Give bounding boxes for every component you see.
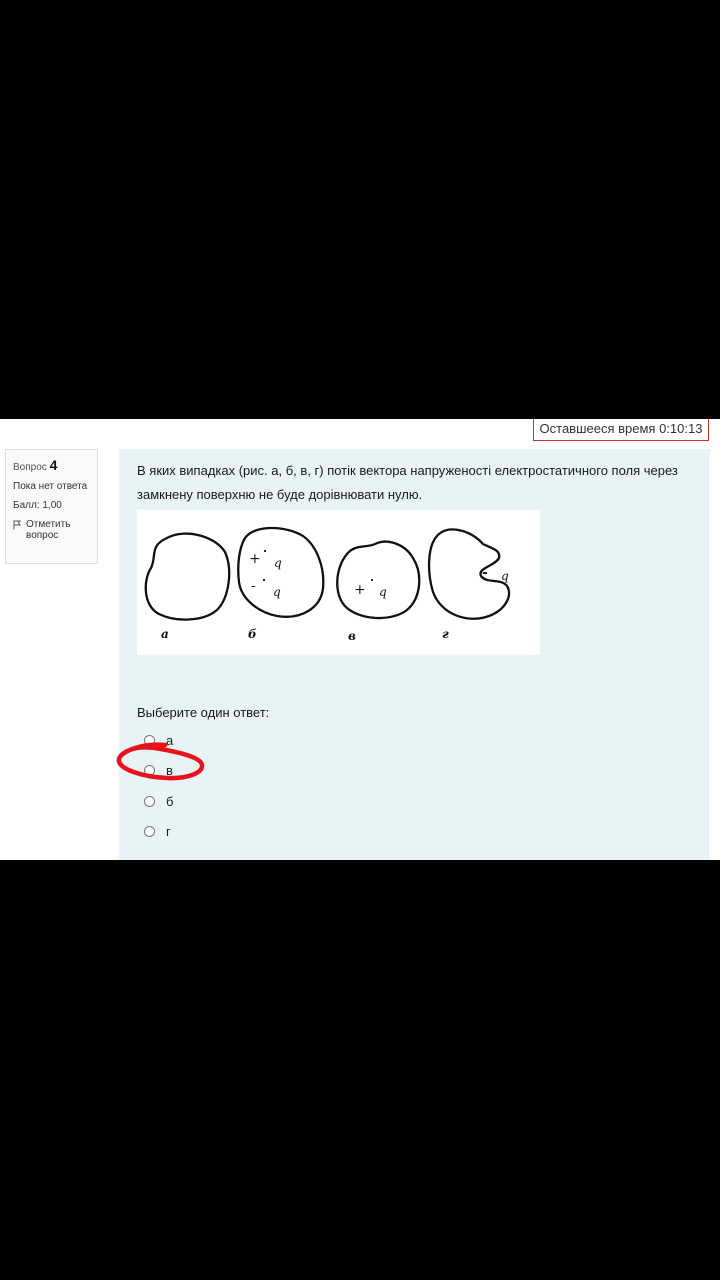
question-score: Балл: 1,00 bbox=[13, 500, 62, 511]
surface-a bbox=[144, 532, 231, 621]
question-number: Вопрос 4 bbox=[13, 457, 90, 473]
charge-dot-b1 bbox=[263, 549, 267, 553]
flag-icon bbox=[13, 520, 21, 530]
answer-option-label: а bbox=[166, 732, 174, 748]
answer-option-label: в bbox=[166, 763, 173, 779]
remaining-time-badge: Оставшееся время 0:10:13 bbox=[533, 419, 709, 441]
charge-minus-sign-b: - bbox=[251, 578, 256, 594]
closed-surfaces-diagram: + q - q + q - q а б в г bbox=[144, 526, 511, 643]
answer-option-a[interactable]: а bbox=[144, 725, 173, 756]
question-number-label: Вопрос bbox=[13, 462, 47, 473]
answer-options: а в б г bbox=[144, 725, 173, 847]
charge-dot-v bbox=[370, 578, 374, 582]
surface-v bbox=[336, 540, 421, 620]
answer-option-label: б bbox=[166, 793, 174, 809]
surface-g bbox=[427, 528, 511, 620]
answer-status: Пока нет ответа bbox=[13, 481, 88, 492]
charge-q-b1: q bbox=[274, 556, 282, 570]
answer-option-g[interactable]: г bbox=[144, 817, 173, 848]
figure-label-b: б bbox=[248, 627, 257, 641]
charge-minus-sign-g: - bbox=[482, 565, 488, 581]
question-info-panel: Вопрос 4 Пока нет ответа Балл: 1,00 Отме… bbox=[5, 449, 98, 564]
charge-q-b2: q bbox=[273, 585, 281, 599]
charge-dot-b2 bbox=[262, 578, 266, 582]
flag-question-link[interactable]: Отметить вопрос bbox=[13, 519, 90, 541]
question-number-value: 4 bbox=[49, 457, 58, 473]
answer-option-v[interactable]: в bbox=[144, 756, 173, 787]
question-figure: + q - q + q - q а б в г bbox=[137, 510, 540, 655]
radio-button[interactable] bbox=[144, 734, 155, 746]
figure-label-g: г bbox=[442, 627, 449, 641]
flag-question-label: Отметить вопрос bbox=[26, 519, 71, 541]
figure-label-a: а bbox=[161, 627, 169, 641]
figure-label-v: в bbox=[348, 629, 356, 643]
quiz-page: Оставшееся время 0:10:13 Вопрос 4 Пока н… bbox=[0, 419, 720, 860]
charge-plus-sign-b: + bbox=[249, 551, 261, 567]
answer-option-b[interactable]: б bbox=[144, 786, 173, 817]
question-text: В яких випадках (рис. а, б, в, г) потік … bbox=[137, 463, 678, 502]
radio-button[interactable] bbox=[144, 765, 155, 777]
answer-option-label: г bbox=[166, 824, 171, 840]
radio-button[interactable] bbox=[144, 826, 155, 838]
charge-q-g: q bbox=[501, 569, 509, 583]
radio-button[interactable] bbox=[144, 795, 155, 807]
charge-plus-sign-v: + bbox=[354, 582, 366, 598]
answer-prompt: Выберите один ответ: bbox=[137, 705, 270, 720]
question-content: В яких випадках (рис. а, б, в, г) потік … bbox=[119, 449, 710, 860]
charge-q-v: q bbox=[379, 585, 387, 599]
surface-b bbox=[237, 526, 325, 618]
